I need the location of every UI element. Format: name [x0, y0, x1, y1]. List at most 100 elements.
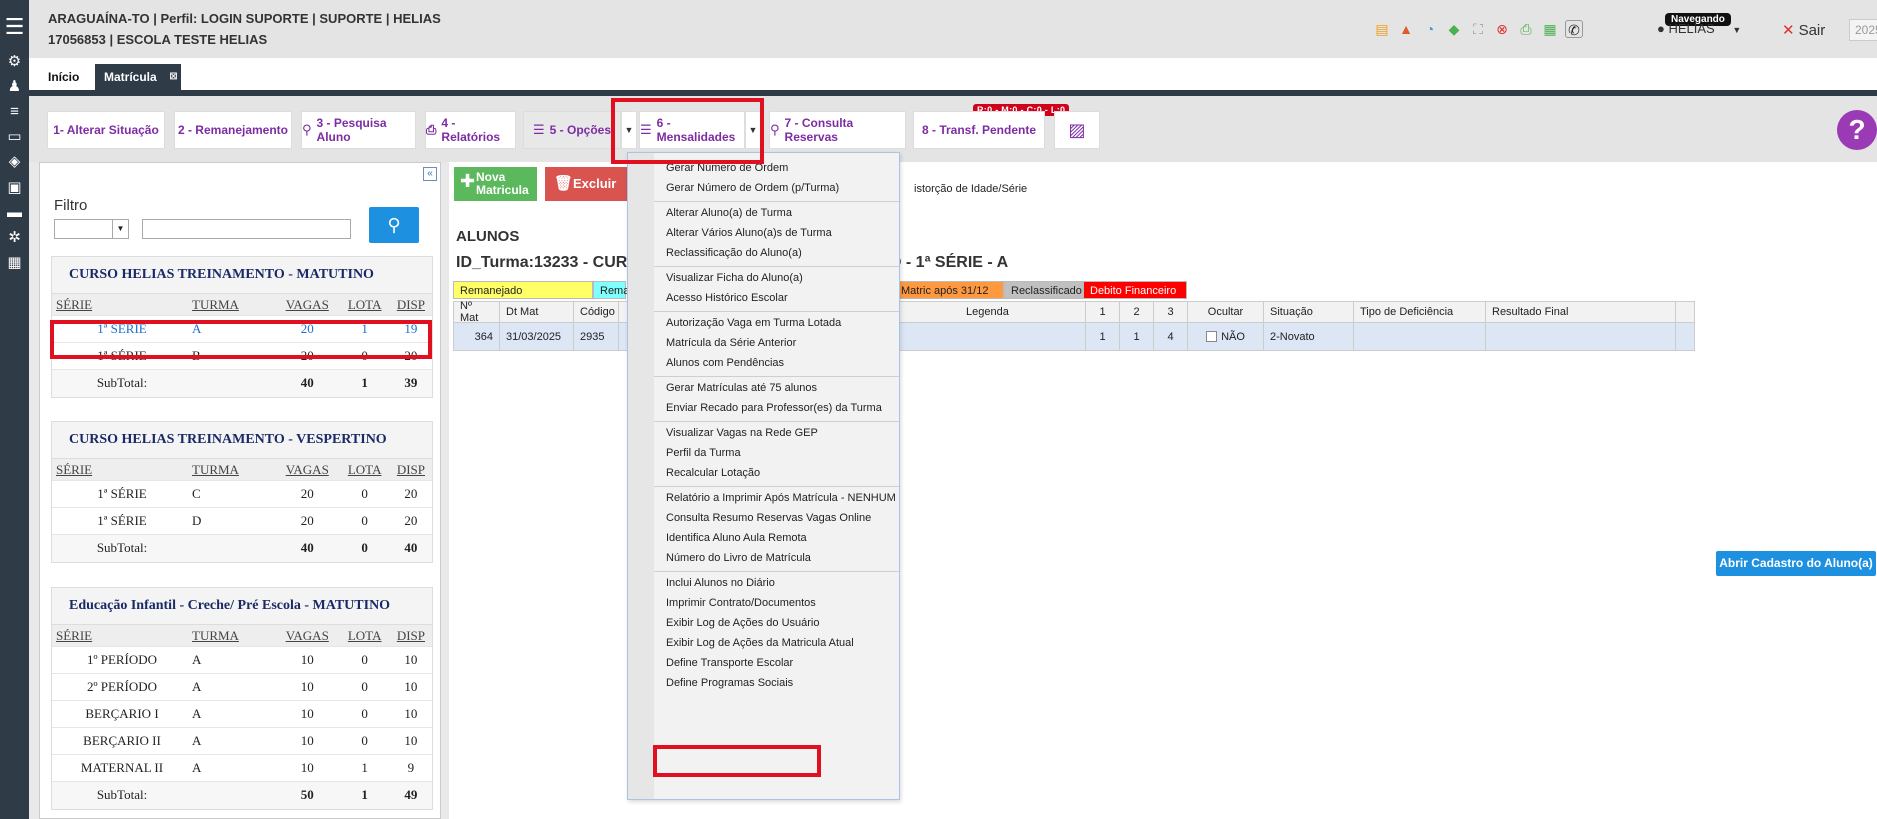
- card-icon[interactable]: ▭: [0, 123, 29, 149]
- menu-item[interactable]: Visualizar Ficha do Aluno(a): [666, 272, 803, 284]
- opcoes-button[interactable]: ☰ 5 - Opções: [523, 111, 621, 149]
- legend-debito: Debito Financeiro: [1083, 281, 1187, 299]
- remanejamento-button[interactable]: 2 - Remanejamento: [174, 111, 292, 149]
- menu-item[interactable]: Alterar Aluno(a) de Turma: [666, 207, 792, 219]
- filter-search-button[interactable]: ⚲: [369, 207, 419, 243]
- col-resultado[interactable]: Resultado Final: [1486, 302, 1676, 322]
- table-row[interactable]: 2º PERÍODO A 10 0 10: [52, 673, 432, 701]
- settings-cogs-icon[interactable]: ⚙: [0, 48, 29, 74]
- pie-chart-icon[interactable]: ◔: [1421, 20, 1439, 38]
- sliders-icon: ☰: [532, 122, 545, 137]
- table-row[interactable]: 1ª SÉRIE D 20 0 20: [52, 507, 432, 535]
- menu-item[interactable]: Define Programas Sociais: [666, 677, 793, 689]
- ocultar-checkbox[interactable]: [1206, 331, 1218, 342]
- menu-item[interactable]: Inclui Alunos no Diário: [666, 577, 775, 589]
- caret-down-icon: ▼: [624, 125, 634, 135]
- chat-icon[interactable]: ◆: [1445, 20, 1463, 38]
- subtotal-row: SubTotal: 50 1 49: [52, 781, 432, 809]
- tab-inicio[interactable]: Início: [39, 64, 88, 90]
- table-row[interactable]: BERÇARIO I A 10 0 10: [52, 700, 432, 728]
- pesquisa-aluno-label: 3 - Pesquisa Aluno: [316, 116, 387, 144]
- help-button[interactable]: ?: [1837, 110, 1877, 150]
- close-tab-icon[interactable]: ⊠: [169, 64, 177, 90]
- col-situacao[interactable]: Situação: [1264, 302, 1354, 322]
- abrir-cadastro-button[interactable]: Abrir Cadastro do Aluno(a): [1716, 551, 1876, 576]
- menu-item-define-transporte[interactable]: Define Transporte Escolar: [666, 657, 793, 669]
- filter-select[interactable]: ▼: [54, 219, 129, 239]
- photos-button[interactable]: ▨: [1054, 111, 1100, 149]
- menu-item[interactable]: Perfil da Turma: [666, 447, 741, 459]
- pesquisa-aluno-button[interactable]: ⚲ 3 - Pesquisa Aluno: [301, 111, 416, 149]
- close-circle-icon[interactable]: ⊗: [1493, 20, 1511, 38]
- col-dtmat[interactable]: Dt Mat: [500, 302, 574, 322]
- relatorios-button[interactable]: ⎙ 4 - Relatórios: [425, 111, 516, 149]
- table-row[interactable]: 1ª SÉRIE A 20 1 19: [52, 315, 432, 343]
- person-icon[interactable]: ♟: [0, 73, 29, 99]
- table-icon[interactable]: ▦: [1541, 20, 1559, 38]
- menu-item[interactable]: Identifica Aluno Aula Remota: [666, 532, 807, 544]
- table-icon[interactable]: ▦: [0, 249, 29, 275]
- menu-item[interactable]: Enviar Recado para Professor(es) da Turm…: [666, 402, 882, 414]
- col-3[interactable]: 3: [1154, 302, 1188, 322]
- col-2[interactable]: 2: [1120, 302, 1154, 322]
- transf-pendente-button[interactable]: 8 - Transf. Pendente: [913, 111, 1045, 149]
- menu-item[interactable]: Matrícula da Série Anterior: [666, 337, 796, 349]
- mensalidades-button[interactable]: ☰ 6 - Mensalidades: [639, 111, 745, 149]
- tab-matricula[interactable]: Matrícula ⊠: [95, 64, 181, 90]
- collapse-panel-icon[interactable]: «: [423, 167, 437, 181]
- header: ARAGUAÍNA-TO | Perfil: LOGIN SUPORTE | S…: [29, 0, 1877, 58]
- menu-item[interactable]: Imprimir Contrato/Documentos: [666, 597, 816, 609]
- left-icon-rail: ☰ ⚙ ♟ ≡ ▭ ◈ ▣ ▬ ✲ ▦: [0, 0, 29, 819]
- menu-item[interactable]: Gerar Matrículas até 75 alunos: [666, 382, 817, 394]
- menu-item[interactable]: Reclassificação do Aluno(a): [666, 247, 802, 259]
- whatsapp-icon[interactable]: ✆: [1565, 20, 1583, 38]
- logout-button[interactable]: ✕ Sair: [1782, 21, 1825, 39]
- map-icon[interactable]: ▲: [1397, 20, 1415, 38]
- menu-item[interactable]: Relatório a Imprimir Após Matrícula - NE…: [666, 492, 896, 504]
- menu-item[interactable]: Alunos com Pendências: [666, 357, 784, 369]
- gear-icon[interactable]: ✲: [0, 224, 29, 250]
- filter-input[interactable]: [142, 219, 351, 239]
- mensalidades-dropdown-toggle[interactable]: ▼: [745, 111, 761, 149]
- fullscreen-icon[interactable]: ⛶: [1469, 20, 1487, 38]
- bus-icon[interactable]: ▣: [0, 174, 29, 200]
- hamburger-menu-icon[interactable]: ☰: [0, 14, 29, 40]
- consulta-reservas-button[interactable]: ⚲ 7 - Consulta Reservas: [769, 111, 906, 149]
- col-codigo[interactable]: Código: [574, 302, 619, 322]
- menu-item[interactable]: Exibir Log de Ações do Usuário: [666, 617, 819, 629]
- col-1[interactable]: 1: [1086, 302, 1120, 322]
- monitor-icon[interactable]: ▬: [0, 199, 29, 225]
- excluir-button[interactable]: 🗑 Excluir: [545, 167, 627, 201]
- menu-item[interactable]: Autorização Vaga em Turma Lotada: [666, 317, 841, 329]
- menu-item[interactable]: Acesso Histórico Escolar: [666, 292, 788, 304]
- table-row[interactable]: MATERNAL II A 10 1 9: [52, 754, 432, 782]
- col-deficiencia[interactable]: Tipo de Deficiência: [1354, 302, 1486, 322]
- close-icon: ✕: [1782, 22, 1795, 39]
- list-icon[interactable]: ≡: [0, 98, 29, 124]
- nova-matricula-button[interactable]: ✚ Nova Matricula: [454, 167, 537, 201]
- table-row[interactable]: 1º PERÍODO A 10 0 10: [52, 646, 432, 674]
- table-row[interactable]: BERÇARIO II A 10 0 10: [52, 727, 432, 755]
- menu-item[interactable]: Exibir Log de Ações da Matricula Atual: [666, 637, 854, 649]
- user-menu[interactable]: ● HELIAS ▼: [1657, 21, 1741, 36]
- year-field[interactable]: 2025: [1849, 19, 1877, 41]
- menu-item[interactable]: Número do Livro de Matrícula: [666, 552, 811, 564]
- col-lota: LOTA: [339, 293, 390, 316]
- menu-item[interactable]: Alterar Vários Aluno(a)s de Turma: [666, 227, 832, 239]
- col-ocultar[interactable]: Ocultar: [1188, 302, 1264, 322]
- list-icon[interactable]: ▤: [1373, 20, 1391, 38]
- menu-item[interactable]: Consulta Resumo Reservas Vagas Online: [666, 512, 871, 524]
- print-icon[interactable]: ⎙: [1517, 20, 1535, 38]
- opcoes-dropdown-toggle[interactable]: ▼: [621, 111, 637, 149]
- col-nmat[interactable]: Nº Mat: [454, 300, 500, 324]
- alterar-situacao-button[interactable]: 1- Alterar Situação: [47, 111, 165, 149]
- table-row[interactable]: 1ª SÉRIE B 20 0 20: [52, 342, 432, 370]
- menu-item[interactable]: Recalcular Lotação: [666, 467, 760, 479]
- menu-item[interactable]: Gerar Número de Ordem (p/Turma): [666, 182, 839, 194]
- table-row[interactable]: 1ª SÉRIE C 20 0 20: [52, 480, 432, 508]
- nova-label-1: Nova: [476, 170, 506, 184]
- dropbox-icon[interactable]: ◈: [0, 148, 29, 174]
- menu-item[interactable]: Gerar Número de Ordem: [666, 162, 788, 174]
- menu-item[interactable]: Visualizar Vagas na Rede GEP: [666, 427, 818, 439]
- col-legenda[interactable]: Legenda: [960, 302, 1086, 322]
